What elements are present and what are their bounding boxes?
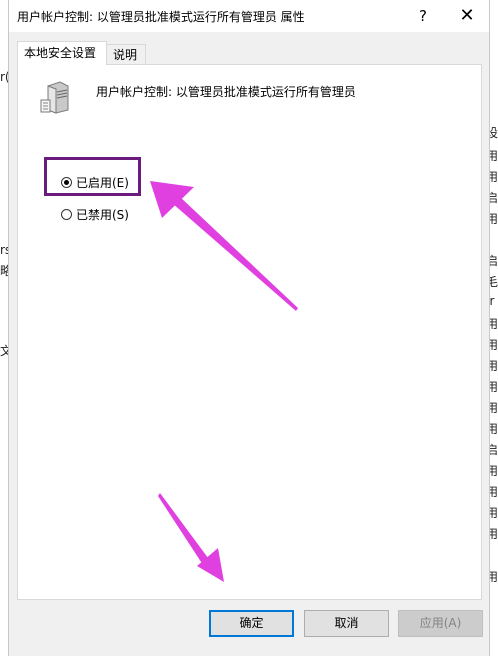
close-button[interactable]: ✕ xyxy=(445,0,489,32)
tab-explain[interactable]: 说明 xyxy=(106,44,146,65)
help-button[interactable]: ? xyxy=(401,0,445,32)
radio-enabled-indicator[interactable] xyxy=(61,176,72,188)
radio-disabled[interactable]: 已禁用(S) xyxy=(61,205,129,223)
radio-enabled[interactable]: 已启用(E) xyxy=(61,173,129,191)
properties-dialog: 用户帐户控制: 以管理员批准模式运行所有管理员 属性 ? ✕ 本地安全设置 说明… xyxy=(8,0,490,656)
cancel-button[interactable]: 取消 xyxy=(304,610,389,637)
radio-enabled-label: 已启用(E) xyxy=(76,175,129,190)
server-policy-icon xyxy=(38,80,72,117)
window-title: 用户帐户控制: 以管理员批准模式运行所有管理员 属性 xyxy=(17,10,305,24)
title-bar[interactable]: 用户帐户控制: 以管理员批准模式运行所有管理员 属性 ? ✕ xyxy=(9,0,489,32)
apply-button[interactable]: 应用(A) xyxy=(398,610,483,637)
tab-panel: 用户帐户控制: 以管理员批准模式运行所有管理员 已启用(E) 已禁用(S) xyxy=(17,64,482,600)
radio-disabled-indicator[interactable] xyxy=(61,208,72,220)
radio-disabled-label: 已禁用(S) xyxy=(76,207,129,222)
ok-button[interactable]: 确定 xyxy=(209,610,294,637)
tab-local-security-setting[interactable]: 本地安全设置 xyxy=(17,41,107,65)
policy-name: 用户帐户控制: 以管理员批准模式运行所有管理员 xyxy=(96,85,356,99)
